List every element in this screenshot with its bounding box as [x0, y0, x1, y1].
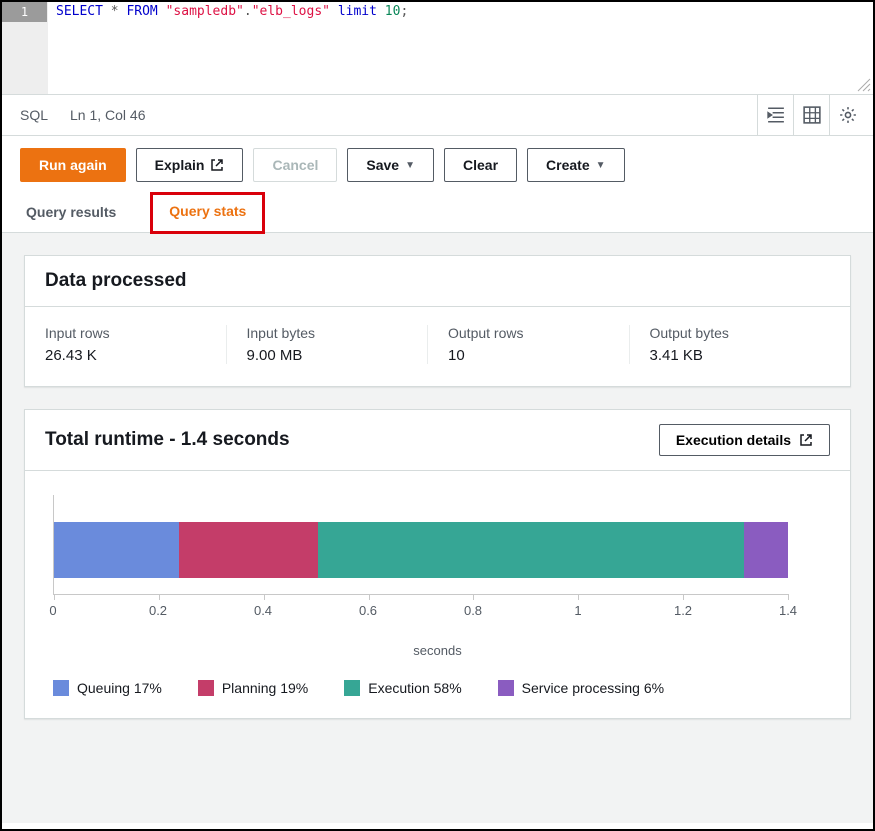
- gear-icon: [839, 106, 857, 124]
- metric-label: Output bytes: [650, 325, 811, 341]
- metric-value: 26.43 K: [45, 347, 206, 364]
- kw-select: SELECT: [56, 4, 103, 19]
- tab-query-stats[interactable]: Query stats: [150, 192, 265, 234]
- metric-label: Input rows: [45, 325, 206, 341]
- explain-button[interactable]: Explain: [136, 148, 244, 182]
- external-link-icon: [799, 433, 813, 447]
- toolbar: Run again Explain Cancel Save ▼ Clear Cr…: [2, 136, 873, 194]
- x-tick: 0.8: [464, 603, 482, 618]
- save-label: Save: [366, 157, 399, 173]
- sql-dot: .: [244, 4, 252, 19]
- metric-label: Output rows: [448, 325, 609, 341]
- run-button[interactable]: Run again: [20, 148, 126, 182]
- save-button[interactable]: Save ▼: [347, 148, 434, 182]
- runtime-segment-planning: [179, 522, 318, 578]
- table-icon-button[interactable]: [793, 95, 829, 135]
- x-tick: 0.4: [254, 603, 272, 618]
- kw-from: FROM: [126, 4, 157, 19]
- card-title: Data processed: [45, 270, 187, 292]
- sql-table: "elb_logs": [252, 4, 330, 19]
- data-processed-card: Data processed Input rows 26.43 K Input …: [24, 255, 851, 387]
- create-button[interactable]: Create ▼: [527, 148, 625, 182]
- legend-label: Execution 58%: [368, 680, 461, 696]
- sql-semicolon: ;: [400, 4, 408, 19]
- x-tick: 1.2: [674, 603, 692, 618]
- kw-star: *: [111, 4, 119, 19]
- input-rows: Input rows 26.43 K: [45, 325, 226, 364]
- legend-swatch: [498, 680, 514, 696]
- runtime-segment-execution: [318, 522, 744, 578]
- line-number: 1: [2, 2, 47, 22]
- external-link-icon: [210, 158, 224, 172]
- input-bytes: Input bytes 9.00 MB: [226, 325, 428, 364]
- metric-value: 3.41 KB: [650, 347, 811, 364]
- status-cursor-pos: Ln 1, Col 46: [70, 107, 146, 123]
- explain-label: Explain: [155, 157, 205, 173]
- output-bytes: Output bytes 3.41 KB: [629, 325, 831, 364]
- create-label: Create: [546, 157, 590, 173]
- x-tick: 1: [574, 603, 581, 618]
- legend-item: Execution 58%: [344, 680, 461, 696]
- legend-item: Queuing 17%: [53, 680, 162, 696]
- editor-code[interactable]: SELECT * FROM "sampledb"."elb_logs" limi…: [48, 2, 873, 94]
- results-tabs: Query results Query stats: [2, 194, 873, 233]
- status-bar: SQL Ln 1, Col 46: [2, 94, 873, 136]
- legend-label: Queuing 17%: [77, 680, 162, 696]
- runtime-chart: 0 0.2 0.4 0.6 0.8 1 1.2 1.4 seconds Queuing 17%…: [45, 489, 830, 696]
- card-header: Data processed: [25, 256, 850, 307]
- legend-swatch: [198, 680, 214, 696]
- x-tick-labels: 00.20.40.60.811.21.4: [53, 603, 788, 619]
- clear-button[interactable]: Clear: [444, 148, 517, 182]
- table-icon: [803, 106, 821, 124]
- metric-value: 10: [448, 347, 609, 364]
- x-axis-label: seconds: [45, 643, 830, 658]
- legend-label: Planning 19%: [222, 680, 308, 696]
- metric-value: 9.00 MB: [247, 347, 408, 364]
- settings-icon-button[interactable]: [829, 95, 865, 135]
- cancel-button: Cancel: [253, 148, 337, 182]
- execution-details-button[interactable]: Execution details: [659, 424, 830, 456]
- indent-icon: [767, 106, 785, 124]
- output-rows: Output rows 10: [427, 325, 629, 364]
- x-tick: 1.4: [779, 603, 797, 618]
- data-processed-grid: Input rows 26.43 K Input bytes 9.00 MB O…: [45, 325, 830, 364]
- sql-editor[interactable]: 1 SELECT * FROM "sampledb"."elb_logs" li…: [2, 2, 873, 94]
- runtime-bar-track: [54, 522, 788, 578]
- legend-item: Service processing 6%: [498, 680, 664, 696]
- sql-db: "sampledb": [166, 4, 244, 19]
- editor-gutter: 1: [2, 2, 48, 94]
- x-tick: 0.2: [149, 603, 167, 618]
- execution-details-label: Execution details: [676, 432, 791, 448]
- stats-panel: Data processed Input rows 26.43 K Input …: [2, 233, 873, 823]
- chevron-down-icon: ▼: [405, 160, 415, 171]
- runtime-segment-service-processing: [744, 522, 788, 578]
- chart-legend: Queuing 17% Planning 19% Execution 58% Serv…: [45, 680, 830, 696]
- sql-limit-n: 10: [385, 4, 401, 19]
- runtime-segment-queuing: [54, 522, 179, 578]
- legend-item: Planning 19%: [198, 680, 308, 696]
- legend-label: Service processing 6%: [522, 680, 664, 696]
- legend-swatch: [53, 680, 69, 696]
- kw-limit: limit: [338, 4, 377, 19]
- card-title: Total runtime - 1.4 seconds: [45, 429, 290, 451]
- status-language: SQL: [20, 107, 70, 123]
- format-icon-button[interactable]: [757, 95, 793, 135]
- tab-query-results[interactable]: Query results: [20, 194, 122, 232]
- card-header: Total runtime - 1.4 seconds Execution de…: [25, 410, 850, 471]
- chevron-down-icon: ▼: [596, 160, 606, 171]
- total-runtime-card: Total runtime - 1.4 seconds Execution de…: [24, 409, 851, 719]
- metric-label: Input bytes: [247, 325, 408, 341]
- resize-handle-icon[interactable]: [857, 78, 871, 92]
- legend-swatch: [344, 680, 360, 696]
- x-tick: 0: [49, 603, 56, 618]
- x-tick: 0.6: [359, 603, 377, 618]
